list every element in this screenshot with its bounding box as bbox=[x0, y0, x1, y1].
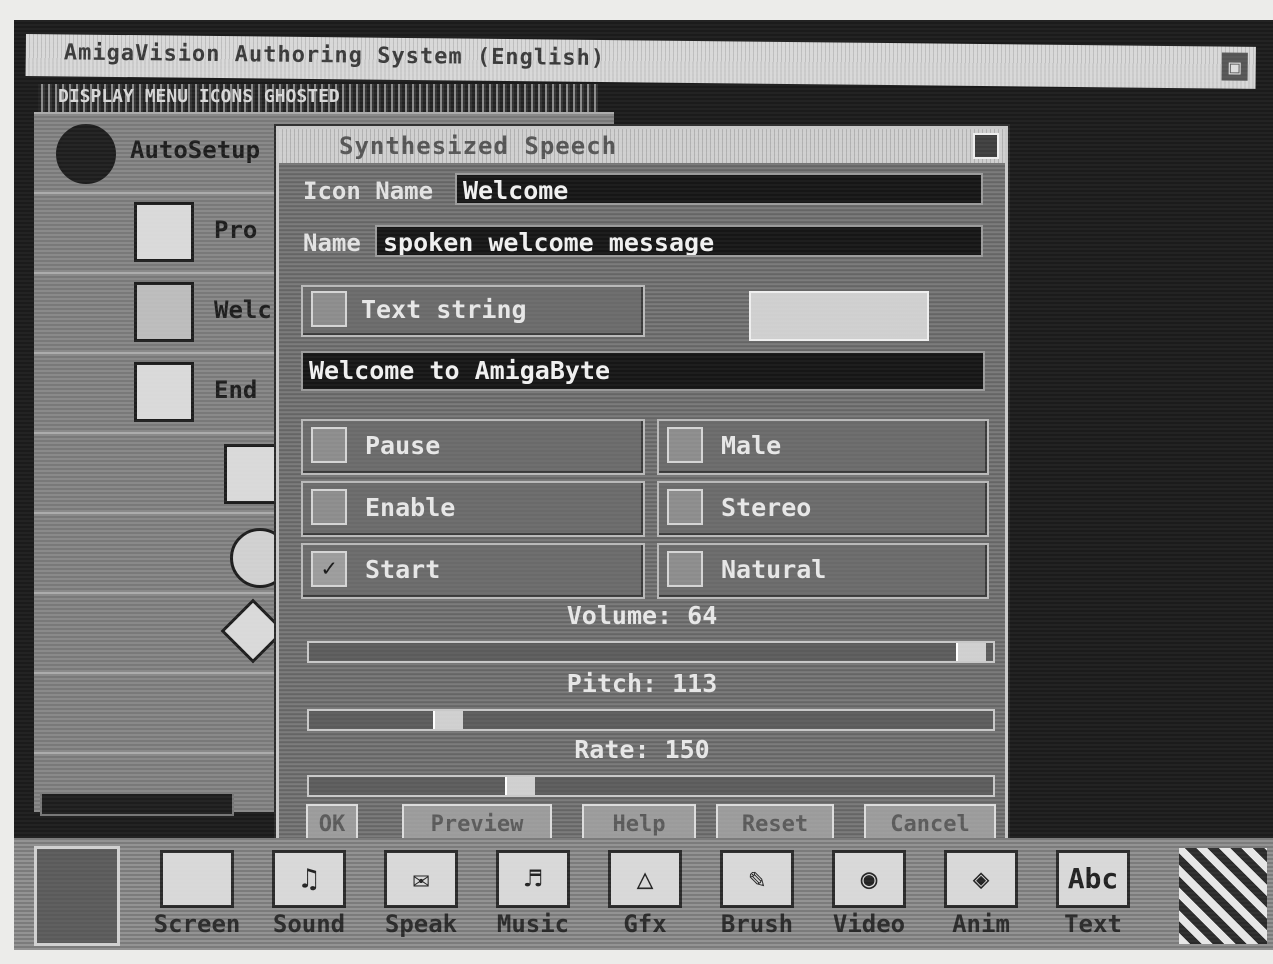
name-field[interactable]: spoken welcome message bbox=[375, 225, 983, 257]
brush-icon: ✎ bbox=[720, 850, 794, 908]
speech-dialog: Synthesized Speech Icon Name Welcome Nam… bbox=[276, 126, 1008, 848]
stereo-checkbox[interactable] bbox=[667, 489, 703, 525]
return-arrow-icon[interactable] bbox=[134, 362, 194, 422]
natural-option[interactable]: Natural bbox=[657, 543, 989, 599]
male-checkbox[interactable] bbox=[667, 427, 703, 463]
anim-icon: ◈ bbox=[944, 850, 1018, 908]
toolbar-item-label: Video bbox=[832, 910, 906, 938]
male-label: Male bbox=[721, 431, 782, 460]
toolbar-item-speak[interactable]: ✉ Speak bbox=[366, 848, 476, 948]
dialog-title: Synthesized Speech bbox=[339, 132, 618, 160]
gfx-icon: △ bbox=[608, 850, 682, 908]
text-string-label: Text string bbox=[361, 295, 527, 324]
toolbar-item-label: Sound bbox=[272, 910, 346, 938]
volume-value: 64 bbox=[687, 601, 718, 630]
progress-bar bbox=[40, 792, 234, 816]
speech-icon[interactable] bbox=[134, 282, 194, 342]
menu-bar[interactable]: DISPLAY MENU ICONS GHOSTED bbox=[38, 84, 598, 112]
flow-item-label: Welc bbox=[214, 296, 272, 324]
toolbar-item-text[interactable]: Abc Text bbox=[1038, 848, 1148, 948]
toolbar-item-label: Anim bbox=[952, 910, 1010, 938]
rate-knob[interactable] bbox=[505, 777, 535, 795]
rate-readout: Rate: 150 bbox=[279, 735, 1005, 764]
trash-icon[interactable] bbox=[34, 846, 120, 946]
stereo-option[interactable]: Stereo bbox=[657, 481, 989, 537]
menu-bar-text: DISPLAY MENU ICONS GHOSTED bbox=[58, 86, 340, 107]
pause-label: Pause bbox=[365, 431, 441, 460]
volume-slider[interactable] bbox=[307, 641, 995, 663]
toolbar-item-music[interactable]: ♬ Music bbox=[478, 848, 588, 948]
toolbar-item-label: Brush bbox=[720, 910, 794, 938]
rate-value: 150 bbox=[664, 735, 710, 764]
stereo-label: Stereo bbox=[721, 493, 812, 522]
male-option[interactable]: Male bbox=[657, 419, 989, 475]
toolbar-item-label: Music bbox=[496, 910, 570, 938]
icon-toolbar: Screen ♫ Sound ✉ Speak ♬ Music △ Gfx ✎ B… bbox=[14, 838, 1273, 950]
circle-icon[interactable] bbox=[56, 124, 116, 184]
main-window-title: AmigaVision Authoring System (English) bbox=[63, 40, 606, 72]
flow-item-label: Pro bbox=[214, 216, 258, 244]
icon-name-label: Icon Name bbox=[303, 177, 434, 205]
start-checkbox[interactable]: ✓ bbox=[311, 551, 347, 587]
video-icon: ◉ bbox=[832, 850, 906, 908]
text-icon: Abc bbox=[1056, 850, 1130, 908]
start-label: Start bbox=[365, 555, 441, 584]
pitch-slider[interactable] bbox=[307, 709, 995, 731]
rate-label: Rate: bbox=[574, 735, 650, 764]
toolbar-item-screen[interactable]: Screen bbox=[142, 848, 252, 948]
toolbar-item-label: Gfx bbox=[623, 910, 667, 938]
select-file-button[interactable] bbox=[749, 291, 929, 341]
document-icon[interactable] bbox=[134, 202, 194, 262]
name-label: Name bbox=[303, 229, 361, 257]
dialog-titlebar[interactable]: Synthesized Speech bbox=[279, 129, 1005, 163]
enable-option[interactable]: Enable bbox=[301, 481, 645, 537]
pause-option[interactable]: Pause bbox=[301, 419, 645, 475]
amiga-screen: AmigaVision Authoring System (English) ▣… bbox=[14, 20, 1273, 950]
dialog-depth-icon[interactable] bbox=[973, 133, 999, 159]
volume-label: Volume: bbox=[566, 601, 673, 630]
natural-label: Natural bbox=[721, 555, 827, 584]
enable-label: Enable bbox=[365, 493, 456, 522]
toolbar-item-brush[interactable]: ✎ Brush bbox=[702, 848, 812, 948]
flow-item-label: End bbox=[214, 376, 258, 404]
toolbar-item-anim[interactable]: ◈ Anim bbox=[926, 848, 1036, 948]
rate-slider[interactable] bbox=[307, 775, 995, 797]
text-string-checkbox[interactable] bbox=[311, 291, 347, 327]
icon-name-field[interactable]: Welcome bbox=[455, 173, 983, 205]
music-icon: ♬ bbox=[496, 850, 570, 908]
speak-icon: ✉ bbox=[384, 850, 458, 908]
text-string-field[interactable]: Welcome to AmigaByte bbox=[301, 351, 985, 391]
pitch-knob[interactable] bbox=[433, 711, 463, 729]
sound-icon: ♫ bbox=[272, 850, 346, 908]
toolbar-item-sound[interactable]: ♫ Sound bbox=[254, 848, 364, 948]
pause-checkbox[interactable] bbox=[311, 427, 347, 463]
screen-icon bbox=[160, 850, 234, 908]
start-option[interactable]: ✓ Start bbox=[301, 543, 645, 599]
flow-item-label: AutoSetup bbox=[130, 136, 261, 164]
checkered-flag-icon[interactable] bbox=[1179, 848, 1267, 944]
volume-readout: Volume: 64 bbox=[279, 601, 1005, 630]
toolbar-item-video[interactable]: ◉ Video bbox=[814, 848, 924, 948]
volume-knob[interactable] bbox=[956, 643, 986, 661]
text-string-toggle[interactable]: Text string bbox=[301, 285, 645, 337]
screen-icon[interactable] bbox=[224, 444, 284, 504]
toolbar-item-label: Speak bbox=[384, 910, 458, 938]
main-window-titlebar[interactable]: AmigaVision Authoring System (English) ▣ bbox=[25, 34, 1256, 89]
enable-checkbox[interactable] bbox=[311, 489, 347, 525]
pitch-label: Pitch: bbox=[566, 669, 658, 698]
toolbar-item-label: Text bbox=[1064, 910, 1122, 938]
toolbar-item-label: Screen bbox=[153, 910, 241, 938]
natural-checkbox[interactable] bbox=[667, 551, 703, 587]
depth-gadget-icon[interactable]: ▣ bbox=[1221, 52, 1248, 81]
pitch-readout: Pitch: 113 bbox=[279, 669, 1005, 698]
toolbar-item-gfx[interactable]: △ Gfx bbox=[590, 848, 700, 948]
pitch-value: 113 bbox=[672, 669, 718, 698]
